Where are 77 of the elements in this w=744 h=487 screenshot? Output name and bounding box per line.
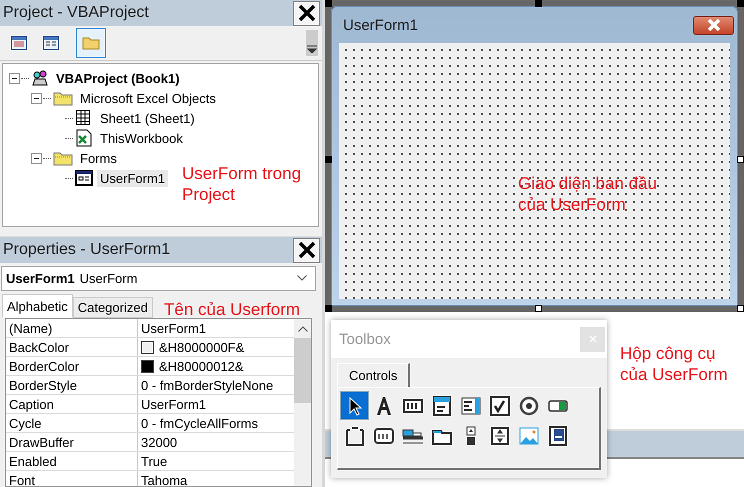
window-title: Toolbox [339, 330, 391, 348]
form-icon [546, 424, 568, 446]
tree-item[interactable]: VBAProject (Book1) [53, 70, 183, 86]
sheet-icon [75, 109, 93, 127]
resize-handle[interactable] [534, 305, 542, 312]
checkbox-icon [488, 394, 510, 416]
property-value[interactable]: UserForm1 [141, 396, 206, 412]
tree-item[interactable]: Forms [77, 150, 120, 166]
image-icon [518, 424, 540, 446]
scroll-up-icon[interactable] [298, 326, 308, 332]
tree-item[interactable]: Sheet1 (Sheet1) [97, 110, 198, 126]
toolbar-button[interactable] [76, 28, 106, 58]
close-button[interactable] [293, 238, 320, 262]
property-name: Font [6, 471, 138, 486]
object-type: UserForm [80, 271, 138, 286]
toolbox-tool[interactable] [340, 391, 369, 420]
resize-handle[interactable] [325, 0, 332, 7]
property-name: DrawBuffer [6, 433, 138, 451]
tab[interactable]: Categorized [72, 297, 153, 318]
tree-item[interactable]: Microsoft Excel Objects [77, 90, 219, 106]
folder-icon [53, 90, 73, 106]
property-value[interactable]: &H80000012& [159, 358, 244, 374]
code-view-icon [11, 36, 27, 50]
annotation-text: Giao diện ban đầu của UserForm [518, 173, 658, 215]
panel-title: Properties - UserForm1 [3, 241, 170, 259]
project-icon [31, 69, 49, 87]
folder-icon [82, 36, 100, 50]
resize-handle[interactable] [534, 0, 542, 7]
chevron-down-icon [297, 275, 307, 281]
annotation-text: Tên của Userform [164, 299, 300, 320]
collapse-icon[interactable] [31, 152, 42, 164]
annotation-text: UserForm trong Project [182, 163, 302, 205]
tab[interactable]: Alphabetic [2, 294, 73, 318]
close-button[interactable] [293, 0, 320, 26]
property-name: BorderStyle [6, 376, 138, 394]
radio-button-icon [518, 394, 540, 416]
property-name: (Name) [6, 319, 138, 337]
frame-icon [344, 424, 366, 446]
property-value[interactable]: UserForm1 [141, 320, 206, 336]
resize-handle[interactable] [737, 156, 744, 163]
resize-handle[interactable] [325, 305, 332, 312]
panel-title: Project - VBAProject [3, 4, 149, 22]
combo-box-icon [430, 394, 452, 416]
list-box-icon [460, 394, 482, 416]
tree-item[interactable]: UserForm1 [97, 170, 168, 186]
property-name: Cycle [6, 414, 138, 432]
resize-handle[interactable] [737, 305, 744, 312]
object-dropdown[interactable]: UserForm1 UserForm [1, 266, 316, 291]
collapse-icon[interactable] [31, 92, 42, 104]
property-value[interactable]: 32000 [141, 434, 178, 450]
collapse-icon[interactable] [9, 72, 20, 84]
object-name: UserForm1 [6, 271, 75, 286]
resize-handle[interactable] [737, 0, 744, 7]
tab[interactable]: Controls [337, 363, 410, 387]
spin-button-icon [488, 424, 510, 446]
close-button[interactable] [693, 16, 734, 34]
annotation-text: Hộp công cụ của UserForm [620, 343, 729, 385]
toolbar-overflow-icon[interactable] [306, 30, 318, 56]
property-value[interactable]: Tahoma [141, 472, 188, 486]
property-value[interactable]: &H8000000F& [159, 340, 244, 354]
scrollbar[interactable] [294, 319, 311, 486]
property-value[interactable]: True [141, 454, 168, 468]
window-title: UserForm1 [343, 16, 418, 34]
workbook-icon [75, 129, 93, 147]
tree-item[interactable]: ThisWorkbook [97, 130, 186, 146]
property-value[interactable]: 0 - fmBorderStyleNone [141, 378, 274, 392]
folder-icon [53, 150, 73, 166]
property-value[interactable]: 0 - fmCycleAllForms [141, 416, 258, 430]
close-icon [588, 335, 596, 343]
resize-handle[interactable] [325, 156, 332, 163]
form-icon [75, 170, 93, 186]
form-view-icon [43, 36, 59, 50]
property-name: Enabled [6, 452, 138, 470]
close-icon [706, 19, 722, 31]
property-name: BorderColor [6, 357, 138, 375]
property-name: Caption [6, 395, 138, 413]
property-name: BackColor [6, 338, 138, 356]
